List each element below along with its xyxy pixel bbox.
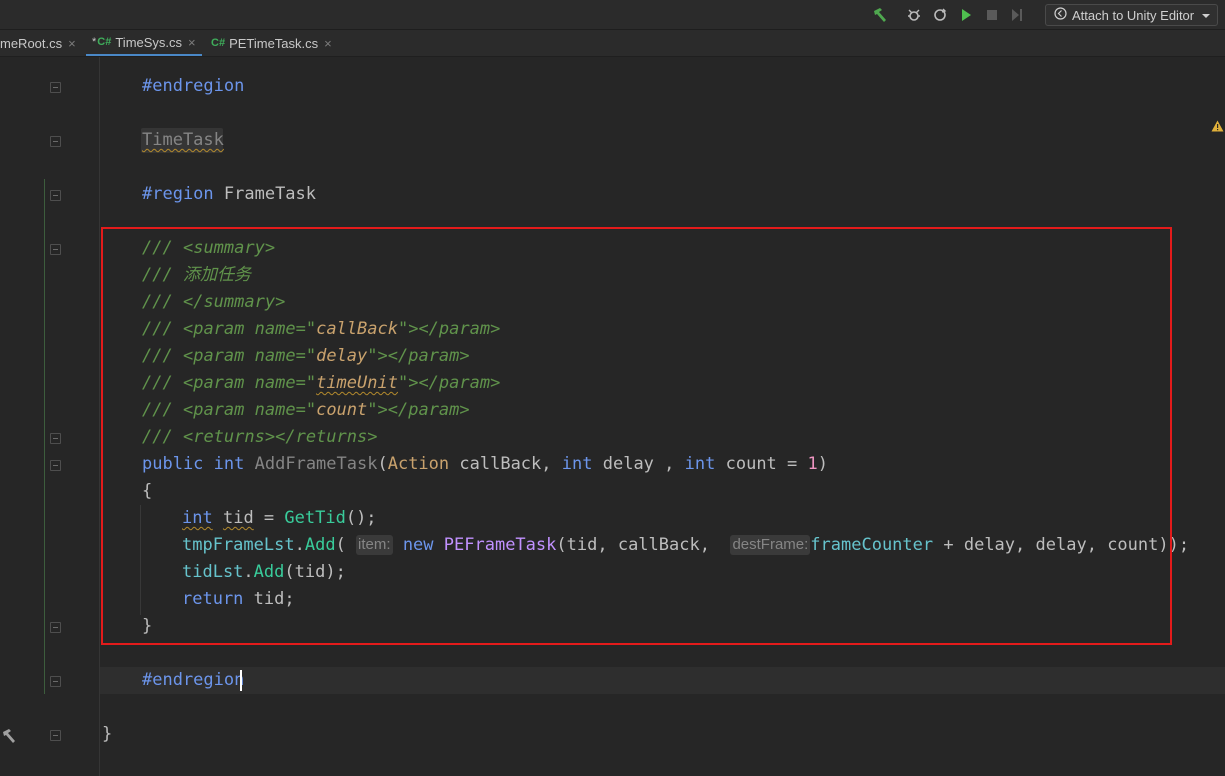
attach-label: Attach to Unity Editor xyxy=(1072,7,1195,23)
fold-toggle[interactable] xyxy=(50,136,61,147)
region-keyword: #region xyxy=(142,184,214,204)
close-icon[interactable]: × xyxy=(68,36,76,51)
fold-toggle[interactable] xyxy=(50,433,61,444)
hammer-icon[interactable] xyxy=(0,727,18,750)
tab-petimetask[interactable]: C# PETimeTask.cs × xyxy=(211,30,332,56)
attach-to-unity-button[interactable]: Attach to Unity Editor xyxy=(1045,4,1218,26)
modified-mark: * xyxy=(92,36,97,48)
unity-icon xyxy=(1054,7,1067,23)
fold-toggle[interactable] xyxy=(50,190,61,201)
close-icon[interactable]: × xyxy=(324,36,332,51)
region-name: FrameTask xyxy=(213,184,317,204)
collapsed-region[interactable]: TimeTask xyxy=(142,130,224,150)
tab-meroot[interactable]: meRoot.cs × xyxy=(0,30,76,56)
code-line: #endregion xyxy=(142,73,244,100)
region-end: #endregion xyxy=(142,670,245,690)
csharp-file-icon: C# xyxy=(97,36,112,48)
toolbar: Attach to Unity Editor xyxy=(0,0,1225,30)
code-line: #region FrameTask xyxy=(142,181,316,208)
tab-timesys[interactable]: * C# TimeSys.cs × xyxy=(86,30,202,56)
refresh-icon[interactable] xyxy=(930,5,950,25)
fold-toggle[interactable] xyxy=(50,82,61,93)
fold-toggle[interactable] xyxy=(50,244,61,255)
step-icon[interactable] xyxy=(1007,5,1027,25)
highlight-box xyxy=(101,227,1172,645)
region-end: #endregion xyxy=(142,76,245,96)
fold-toggle[interactable] xyxy=(50,676,61,687)
chevron-down-icon[interactable] xyxy=(1201,8,1211,23)
text-caret xyxy=(240,670,242,691)
debug-attach-icon[interactable] xyxy=(904,5,924,25)
current-line-highlight xyxy=(100,667,1225,694)
change-marker xyxy=(44,179,45,694)
build-icon[interactable] xyxy=(870,5,890,25)
stop-icon[interactable] xyxy=(982,5,1002,25)
code-line: TimeTask xyxy=(142,127,224,154)
editor-tabs: meRoot.cs × * C# TimeSys.cs × C# PETimeT… xyxy=(0,30,1225,57)
close-icon[interactable]: × xyxy=(188,35,196,50)
code-editor[interactable]: #endregion TimeTask #region FrameTask //… xyxy=(0,57,1225,776)
csharp-file-icon: C# xyxy=(211,37,226,49)
tab-label: PETimeTask.cs xyxy=(229,35,319,51)
fold-toggle[interactable] xyxy=(50,730,61,741)
run-icon[interactable] xyxy=(956,5,976,25)
warning-icon[interactable] xyxy=(1211,119,1224,137)
code-line: #endregion xyxy=(142,667,244,694)
fold-toggle[interactable] xyxy=(50,460,61,471)
fold-toggle[interactable] xyxy=(50,622,61,633)
tab-label: meRoot.cs xyxy=(0,35,63,51)
tab-label: TimeSys.cs xyxy=(115,34,183,50)
code-line: } xyxy=(102,724,113,744)
